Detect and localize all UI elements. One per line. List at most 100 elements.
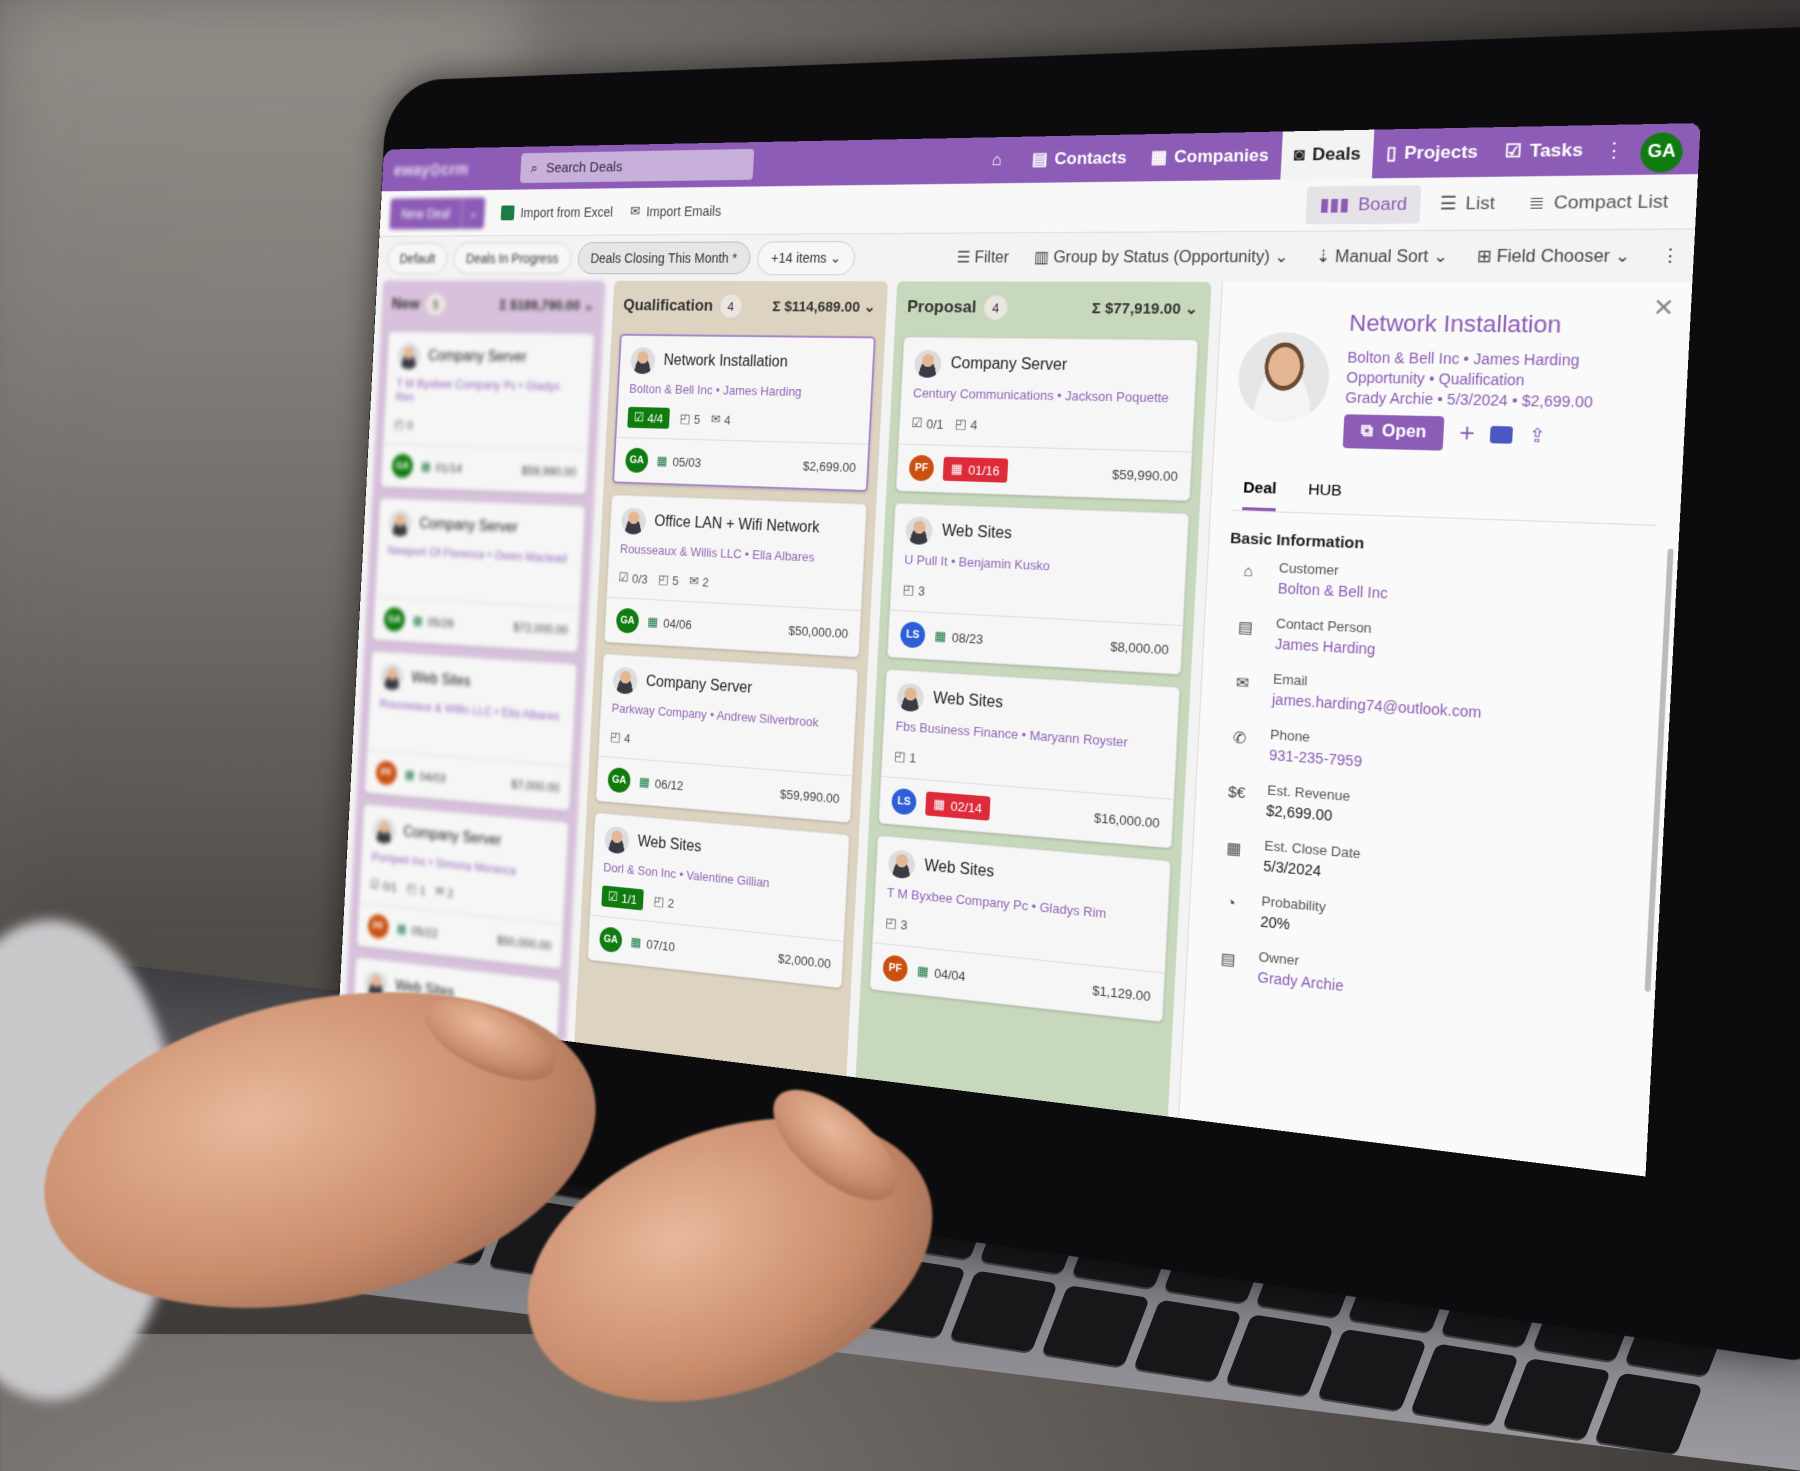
deal-card[interactable]: Company Server T M Byxbee Company Pc • G… [380, 331, 595, 495]
deal-card[interactable]: Web Sites U Pull It • Benjamin Kusko ◰ 3 … [887, 502, 1190, 675]
chip-deals-in-progress[interactable]: Deals In Progress [453, 242, 572, 275]
view-compact-list[interactable]: ≣ Compact List [1514, 181, 1683, 222]
open-button[interactable]: ⧉ Open [1342, 414, 1445, 451]
import-emails-button[interactable]: ✉ Import Emails [630, 202, 722, 219]
more-menu-icon[interactable]: ⋮ [1596, 138, 1632, 162]
column-title: New [391, 294, 421, 313]
plus-icon[interactable]: + [1459, 419, 1476, 449]
card-company[interactable]: U Pull It [904, 552, 948, 569]
deal-card[interactable]: Company Server Newport Of Florence • Owe… [372, 498, 586, 653]
crm-screen: eway⊙crm ⌕ Search Deals ⌂ ▤ Contacts ▦ Compa… [338, 123, 1701, 1177]
user-avatar[interactable]: GA [1639, 131, 1684, 173]
nav-home[interactable]: ⌂ [979, 137, 1021, 184]
chip-default[interactable]: Default [386, 242, 449, 275]
chevron-down-icon[interactable]: ⌄ [460, 196, 486, 229]
deal-title[interactable]: Network Installation [1348, 310, 1597, 340]
contact-avatar [913, 349, 942, 378]
field-icon: ✆ [1232, 729, 1247, 748]
card-company[interactable]: Fbs Business Finance [895, 718, 1018, 742]
key [1502, 1357, 1611, 1440]
column-sum[interactable]: Σ $114,689.00 ⌄ [772, 298, 876, 316]
more-options-icon[interactable]: ⋮ [1660, 245, 1680, 267]
nav-contacts[interactable]: ▤ Contacts [1019, 134, 1140, 183]
deal-card[interactable]: Company Server Pompeii Inc • Simona Mora… [356, 803, 569, 970]
column-sum[interactable]: Σ $77,919.00 ⌄ [1091, 299, 1198, 318]
card-company[interactable]: Century Communications [913, 385, 1054, 403]
task-icon: ☑ [1504, 140, 1523, 162]
view-board[interactable]: ▮▮▮ Board [1305, 184, 1422, 224]
card-contact[interactable]: Ella Albares [752, 547, 815, 564]
nav-deals[interactable]: ◙ Deals [1280, 129, 1375, 180]
close-icon[interactable]: ✕ [1652, 294, 1675, 323]
import-excel-button[interactable]: Import from Excel [501, 204, 613, 220]
deal-card[interactable]: Company Server Century Communications • … [895, 336, 1199, 502]
nav-tasks[interactable]: ☑ Tasks [1490, 125, 1598, 177]
field-icon: ⌂ [1243, 562, 1254, 581]
card-company[interactable]: T M Byxbee Company Pc [887, 885, 1029, 914]
key [1317, 1328, 1427, 1411]
search-input[interactable]: ⌕ Search Deals [519, 148, 755, 184]
card-company[interactable]: Dorl & Son Inc [603, 860, 676, 881]
key [1409, 1343, 1519, 1426]
notes-count: 3 [900, 916, 908, 933]
deal-card[interactable]: Web Sites Dorl & Son Inc • Valentine Gil… [587, 812, 850, 989]
card-amount: $2,000.00 [777, 950, 832, 971]
tab-hub[interactable]: HUB [1307, 475, 1343, 514]
deal-card[interactable]: Company Server Parkway Company • Andrew … [595, 653, 859, 823]
notes-badge: ◰ 5 [679, 411, 700, 427]
card-contact[interactable]: Gladys Rim [1039, 899, 1107, 921]
owner-avatar: GA [624, 447, 649, 474]
deal-card[interactable]: Web Sites T M Byxbee Company Pc • Gladys… [869, 835, 1171, 1023]
nav-projects[interactable]: ▯ Projects [1372, 127, 1492, 178]
new-deal-button[interactable]: New Deal ⌄ [389, 196, 486, 229]
field-chooser-dropdown[interactable]: ⊞ Field Chooser ⌄ [1476, 245, 1631, 267]
tab-deal[interactable]: Deal [1242, 472, 1278, 512]
tasks-badge: ☑ 0/3 [618, 570, 648, 587]
field-label: Contact Person [1275, 615, 1373, 637]
group-by-dropdown[interactable]: ▥ Group by Status (Opportunity) ⌄ [1034, 246, 1289, 267]
deal-card[interactable]: Network Installation Bolton & Bell Inc •… [612, 333, 876, 493]
deal-card[interactable]: Web Sites Rousseaux & Willis LLC • Ella … [364, 650, 578, 812]
card-company[interactable]: Pompeii Inc [371, 850, 426, 869]
card-company[interactable]: Parkway Company [611, 701, 707, 722]
deal-card[interactable]: Office LAN + Wifi Network Rousseaux & Wi… [603, 494, 868, 658]
column-sum-value: $114,689.00 [783, 298, 861, 316]
card-title: Company Server [402, 824, 502, 850]
notes-badge: ◰ 2 [653, 893, 674, 910]
card-company[interactable]: Bolton & Bell Inc [629, 381, 713, 397]
card-contact[interactable]: Maryann Royster [1029, 728, 1128, 750]
card-company[interactable]: Rousseaux & Willis LLC [620, 541, 742, 561]
field-value[interactable]: Bolton & Bell Inc [1277, 580, 1388, 602]
view-list[interactable]: ☰ List [1426, 184, 1510, 223]
card-company[interactable]: Rousseaux & Willis LLC [379, 696, 492, 718]
field-value[interactable]: James Harding [1275, 635, 1376, 657]
nav-companies[interactable]: ▦ Companies [1137, 131, 1282, 181]
card-contact[interactable]: James Harding [723, 383, 802, 399]
sort-dropdown[interactable]: ⇣ Manual Sort ⌄ [1316, 246, 1449, 267]
close-date-value: 01/14 [435, 460, 463, 475]
column-sum[interactable]: Σ $189,790.00 ⌄ [499, 296, 595, 313]
share-icon[interactable]: ⇪ [1528, 424, 1546, 447]
owner-avatar: GA [391, 453, 414, 479]
card-contact[interactable]: Ella Albares [501, 705, 559, 723]
contact-avatar [905, 516, 934, 546]
card-contact[interactable]: Andrew Silverbrook [716, 708, 819, 730]
filter-label: Filter [974, 249, 1010, 267]
clipboard-icon: ☑ [633, 409, 645, 425]
chip-more-items[interactable]: +14 items ⌄ [756, 240, 856, 275]
notes-count: 4 [970, 416, 978, 433]
card-contact[interactable]: Benjamin Kusko [958, 554, 1050, 573]
deal-card[interactable]: Web Sites Fbs Business Finance • Maryann… [878, 669, 1181, 849]
card-company[interactable]: Newport Of Florence [387, 543, 485, 561]
card-contact[interactable]: Owen Maclead [494, 548, 567, 565]
filter-button[interactable]: ☰ Filter [956, 247, 1009, 267]
field-value[interactable]: 931-235-7959 [1269, 746, 1363, 769]
field-value[interactable]: Grady Archie [1257, 969, 1344, 995]
card-contact[interactable]: Jackson Poquette [1065, 388, 1169, 405]
more-items-label: +14 items [770, 249, 828, 266]
card-contact[interactable]: Simona Morasca [435, 856, 516, 878]
teams-icon[interactable] [1490, 425, 1514, 444]
chip-deals-closing-this-month[interactable]: Deals Closing This Month * [576, 241, 752, 275]
card-contact[interactable]: Valentine Gillian [686, 868, 770, 891]
filter-bar: Default Deals In Progress Deals Closing … [377, 230, 1695, 283]
